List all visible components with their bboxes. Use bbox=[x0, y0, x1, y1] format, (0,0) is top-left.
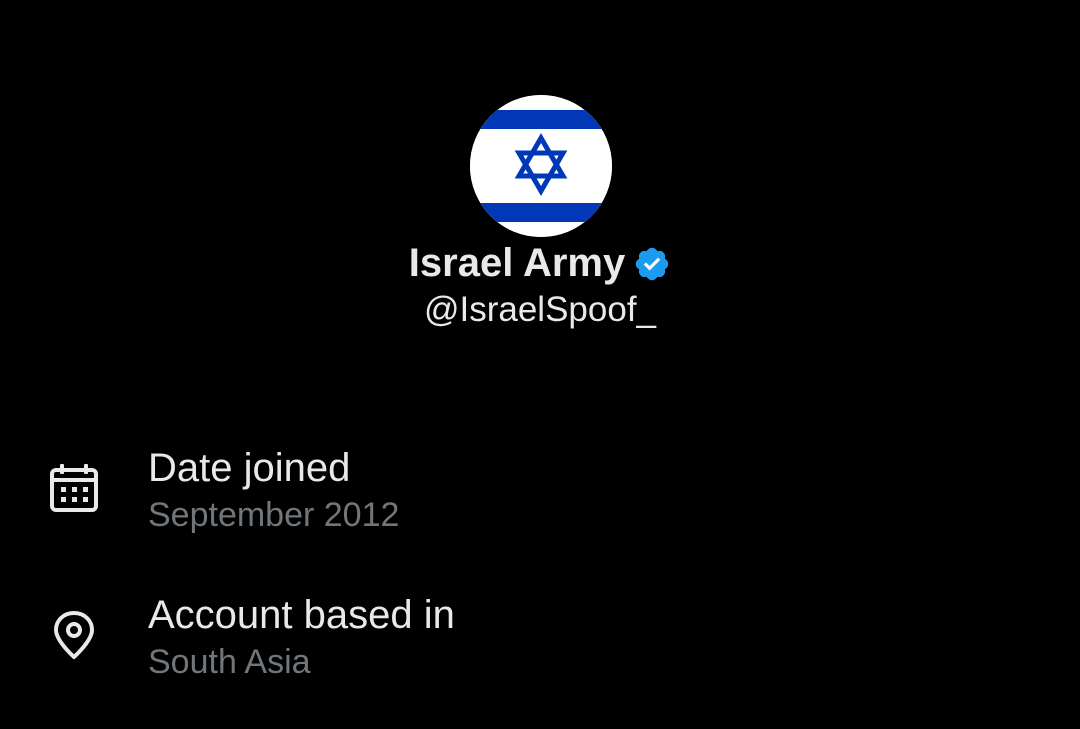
date-joined-row: Date joined September 2012 bbox=[0, 444, 1080, 534]
israel-flag-icon bbox=[470, 95, 612, 237]
location-pin-icon bbox=[48, 609, 100, 661]
profile-avatar[interactable] bbox=[470, 95, 612, 237]
date-joined-value: September 2012 bbox=[148, 496, 400, 534]
verified-badge-icon[interactable] bbox=[633, 245, 671, 283]
profile-handle: @IsraelSpoof_ bbox=[423, 290, 657, 329]
account-location-row: Account based in South Asia bbox=[0, 591, 1080, 681]
date-joined-label: Date joined bbox=[148, 446, 351, 490]
profile-name-row: Israel Army bbox=[0, 238, 1080, 288]
display-name: Israel Army bbox=[408, 241, 626, 285]
account-location-value: South Asia bbox=[148, 643, 311, 681]
account-location-label: Account based in bbox=[148, 593, 455, 637]
calendar-icon bbox=[48, 462, 100, 514]
